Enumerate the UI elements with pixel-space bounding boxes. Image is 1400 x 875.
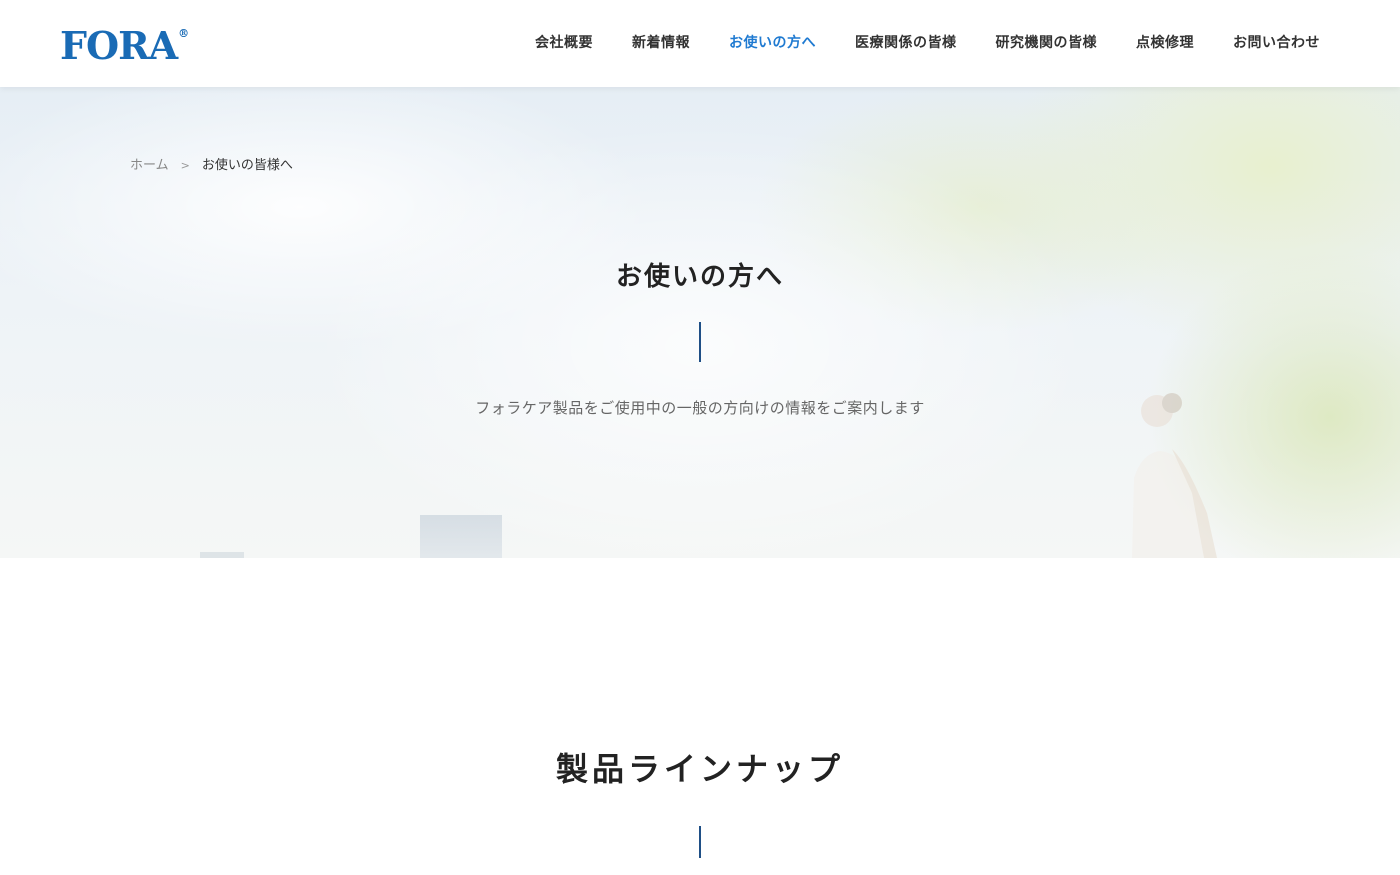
breadcrumb-current: お使いの皆様へ [201, 158, 293, 173]
nav-item-news[interactable]: 新着情報 [632, 33, 690, 53]
nav-item-users[interactable]: お使いの方へ [729, 33, 816, 53]
hero-banner: ホーム > お使いの皆様へ お使いの方へ フォラケア製品をご使用中の一般の方向け… [0, 87, 1400, 558]
breadcrumb-home-link[interactable]: ホーム [130, 158, 169, 174]
registered-mark: ® [178, 27, 189, 40]
page-title: お使いの方へ [615, 262, 784, 292]
section-title-product-lineup: 製品ラインナップ [555, 750, 844, 788]
main-nav: 会社概要 新着情報 お使いの方へ 医療関係の皆様 研究機関の皆様 点検修理 お問… [496, 33, 1320, 53]
page-subtitle: フォラケア製品をご使用中の一般の方向けの情報をご案内します [475, 399, 925, 417]
nav-item-company[interactable]: 会社概要 [535, 33, 593, 53]
background-building-small [200, 552, 244, 558]
background-building [420, 515, 502, 558]
logo-text: FORA [60, 23, 178, 68]
nav-item-medical[interactable]: 医療関係の皆様 [855, 33, 957, 53]
section-divider [699, 826, 701, 858]
nav-item-research[interactable]: 研究機関の皆様 [996, 33, 1098, 53]
fora-logo[interactable]: FORA ® [60, 23, 189, 68]
nav-item-contact[interactable]: お問い合わせ [1233, 33, 1320, 53]
nav-item-repair[interactable]: 点検修理 [1136, 33, 1194, 53]
breadcrumb: ホーム > お使いの皆様へ [130, 158, 293, 174]
site-header: FORA ® 会社概要 新着情報 お使いの方へ 医療関係の皆様 研究機関の皆様 点… [0, 0, 1400, 87]
title-divider [699, 322, 701, 362]
breadcrumb-separator: > [180, 159, 190, 172]
